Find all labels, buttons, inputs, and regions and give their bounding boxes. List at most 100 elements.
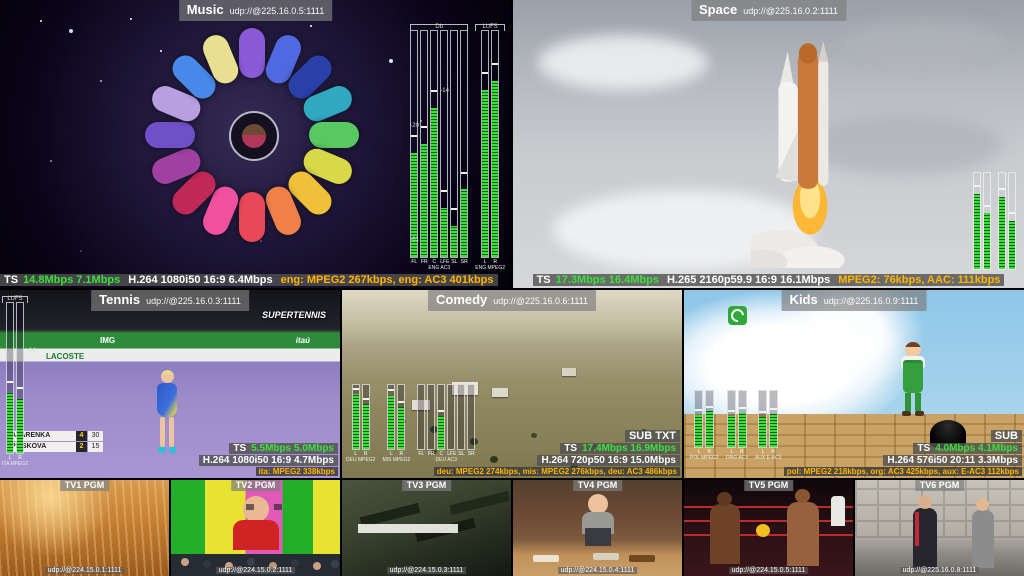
ts-bitrates: 5.5Mbps 5.0Mbps [251, 443, 334, 454]
audio-meter-bar [430, 30, 438, 258]
tile-tv3-pgm[interactable]: TV3 PGM udp://@224.15.0.3:1111 [342, 480, 511, 576]
ts-bitrates: 17.4Mbps 16.9Mbps [582, 443, 676, 454]
audio-meter-bar [410, 30, 418, 258]
channel-url: udp://@225.16.0.6:1111 [493, 296, 588, 306]
audio-meter-bar [6, 302, 14, 454]
audio-meter-group: LUFSLRENG MPEG2 [475, 24, 505, 272]
tile-tv4-pgm[interactable]: TV4 PGM udp://@224.15.0.4:1111 [513, 480, 682, 576]
kids-channel-logo [728, 306, 747, 325]
chef-figure [588, 494, 608, 514]
performer-figure [239, 28, 265, 78]
center-performer-avatar [229, 111, 279, 161]
channel-name: Tennis [99, 292, 140, 307]
audio-meters-music: -20 -14 -61 DbFLFRCLFESLSRENG AC3LUFSLRE… [410, 6, 505, 272]
audio-meter-bar [694, 390, 703, 448]
audio-meter-group [973, 174, 991, 270]
row-middle: IMG itaú LACOSTE SUPERTENNIS Tennisudp:/… [0, 290, 1024, 478]
audio-meter-bar [397, 384, 405, 450]
multiviewer-grid: Music udp://@225.16.0.5:1111 -20 -14 -61 … [0, 0, 1024, 576]
meter-stream-caption: POL MPEG2 [690, 456, 719, 462]
performer-figure [239, 192, 265, 242]
audio-meter-bar [758, 390, 767, 448]
meter-stream-caption: AUX E-AC3 [755, 456, 781, 462]
space-shuttle-graphic [751, 12, 863, 268]
audio-meter-bar [738, 390, 747, 448]
status-bar-kids: SUB TS4.0Mbps 4.1Mbps H.264 576i50 20:11… [784, 430, 1022, 476]
row-top: Music udp://@225.16.0.5:1111 -20 -14 -61 … [0, 0, 1024, 288]
channel-url: udp://@225.16.0.2:1111 [743, 6, 838, 16]
row-pgm: TV1 PGM udp://@224.15.0.1:1111 TV2 PGM u… [0, 480, 1024, 576]
house [562, 368, 576, 376]
audio-meter-group: LUFSLRITA MPEG2 [2, 296, 28, 468]
tile-kids[interactable]: Kidsudp://@225.16.0.9:1111 LRPOL MPEG2LR… [684, 290, 1024, 478]
audio-meter-bar [973, 172, 981, 270]
tile-title-music: Music udp://@225.16.0.5:1111 [179, 0, 333, 21]
channel-name: Music [187, 2, 224, 17]
subtitle-badge: SUB TXT [625, 430, 680, 442]
pgm-url: udp://@224.15.0.1:1111 [45, 567, 125, 574]
audio-meter-bar [450, 30, 458, 258]
tile-title-comedy: Comedy udp://@225.16.0.6:1111 [428, 290, 596, 311]
tile-tv5-pgm[interactable]: TV5 PGM udp://@224.15.0.5:1111 [684, 480, 853, 576]
person-figure [913, 508, 937, 570]
audio-meter-bar [491, 30, 499, 258]
meter-scale-mark: -14 [440, 88, 449, 94]
audio-meter-bar [440, 30, 448, 258]
ts-label: TS [233, 443, 246, 454]
audio-meters-kids: LRPOL MPEG2LRORG AC3LRAUX E-AC3 [690, 392, 781, 462]
tile-tv1-pgm[interactable]: TV1 PGM udp://@224.15.0.1:1111 [0, 480, 169, 576]
tile-comedy[interactable]: Comedyudp://@225.16.0.6:1111 LRDEU MPEG2… [342, 290, 682, 478]
tile-tennis[interactable]: IMG itaú LACOSTE SUPERTENNIS Tennisudp:/… [0, 290, 340, 478]
channel-name: Comedy [436, 292, 487, 307]
audio-meter-bar [460, 30, 468, 258]
meter-stream-caption: ORG AC3 [726, 456, 748, 462]
ts-bitrates: 4.0Mbps 4.1Mbps [935, 443, 1018, 454]
audio-meter-bar [481, 30, 489, 258]
tile-music[interactable]: Music udp://@225.16.0.5:1111 -20 -14 -61 … [0, 0, 511, 288]
meter-scale-mark: -20 [410, 123, 419, 129]
tile-tv2-pgm[interactable]: TV2 PGM udp://@224.15.0.2:1111 [171, 480, 340, 576]
audio-meter-bar [1008, 172, 1016, 270]
audio-meter-bar [16, 302, 24, 454]
meter-scale-mark: -14 [27, 348, 36, 354]
cloud [538, 35, 708, 90]
tile-title-kids: Kidsudp://@225.16.0.9:1111 [782, 290, 927, 311]
meter-stream-caption: ENG AC3 [428, 266, 450, 272]
video-info: H.265 2160p59.9 16:9 16.1Mbps [667, 274, 830, 286]
court-ad: IMG [100, 336, 115, 345]
tile-tv6-pgm[interactable]: TV6 PGM udp://@225.16.0.8:1111 [855, 480, 1024, 576]
broadcaster-logo: SUPERTENNIS [262, 310, 326, 320]
audio-meter-bar [387, 384, 395, 450]
channel-url: udp://@225.16.0.5:1111 [230, 6, 325, 16]
audio-meter-group: LRMIS MPEG2 [382, 386, 410, 464]
channel-name: Space [699, 2, 737, 17]
audio-info: MPEG2: 76kbps, AAC: 111kbps [838, 274, 1000, 286]
pgm-title: TV1 PGM [60, 480, 110, 491]
pgm-title: TV3 PGM [402, 480, 452, 491]
audio-meter-bar [769, 390, 778, 448]
status-bar-comedy: SUB TXT TS17.4Mbps 16.9Mbps H.264 720p50… [434, 430, 680, 476]
performer-figure [145, 122, 195, 148]
glasses [246, 504, 282, 510]
tile-space[interactable]: Spaceudp://@225.16.0.2:1111 TS17.3Mbps 1… [513, 0, 1024, 288]
status-bar-tennis: TS5.5Mbps 5.0Mbps H.264 1080i50 16:9 4.7… [199, 442, 338, 476]
audio-meter-bar [417, 384, 425, 450]
video-info: H.264 1080i50 16:9 6.4Mbps [128, 274, 272, 286]
audio-meters-space [973, 174, 1016, 270]
audio-meter-group: LRAUX E-AC3 [755, 392, 781, 462]
pgm-url: udp://@224.15.0.4:1111 [558, 567, 638, 574]
pgm-title: TV4 PGM [573, 480, 623, 491]
audio-meter-bar [727, 390, 736, 448]
meter-stream-caption: DEU MPEG2 [346, 458, 375, 464]
ring-rope [684, 506, 853, 508]
pgm-title: TV2 PGM [231, 480, 281, 491]
audio-meter-bar [998, 172, 1006, 270]
pgm-url: udp://@224.15.0.5:1111 [729, 567, 809, 574]
referee-figure [831, 496, 845, 526]
kitchen-counter-items [533, 555, 559, 562]
court-ad: LACOSTE [46, 352, 84, 361]
pgm-title: TV5 PGM [744, 480, 794, 491]
meter-scale-mark: -61 [410, 237, 419, 243]
points: 15 [88, 442, 103, 452]
subtitle-badge: SUB [991, 430, 1022, 442]
